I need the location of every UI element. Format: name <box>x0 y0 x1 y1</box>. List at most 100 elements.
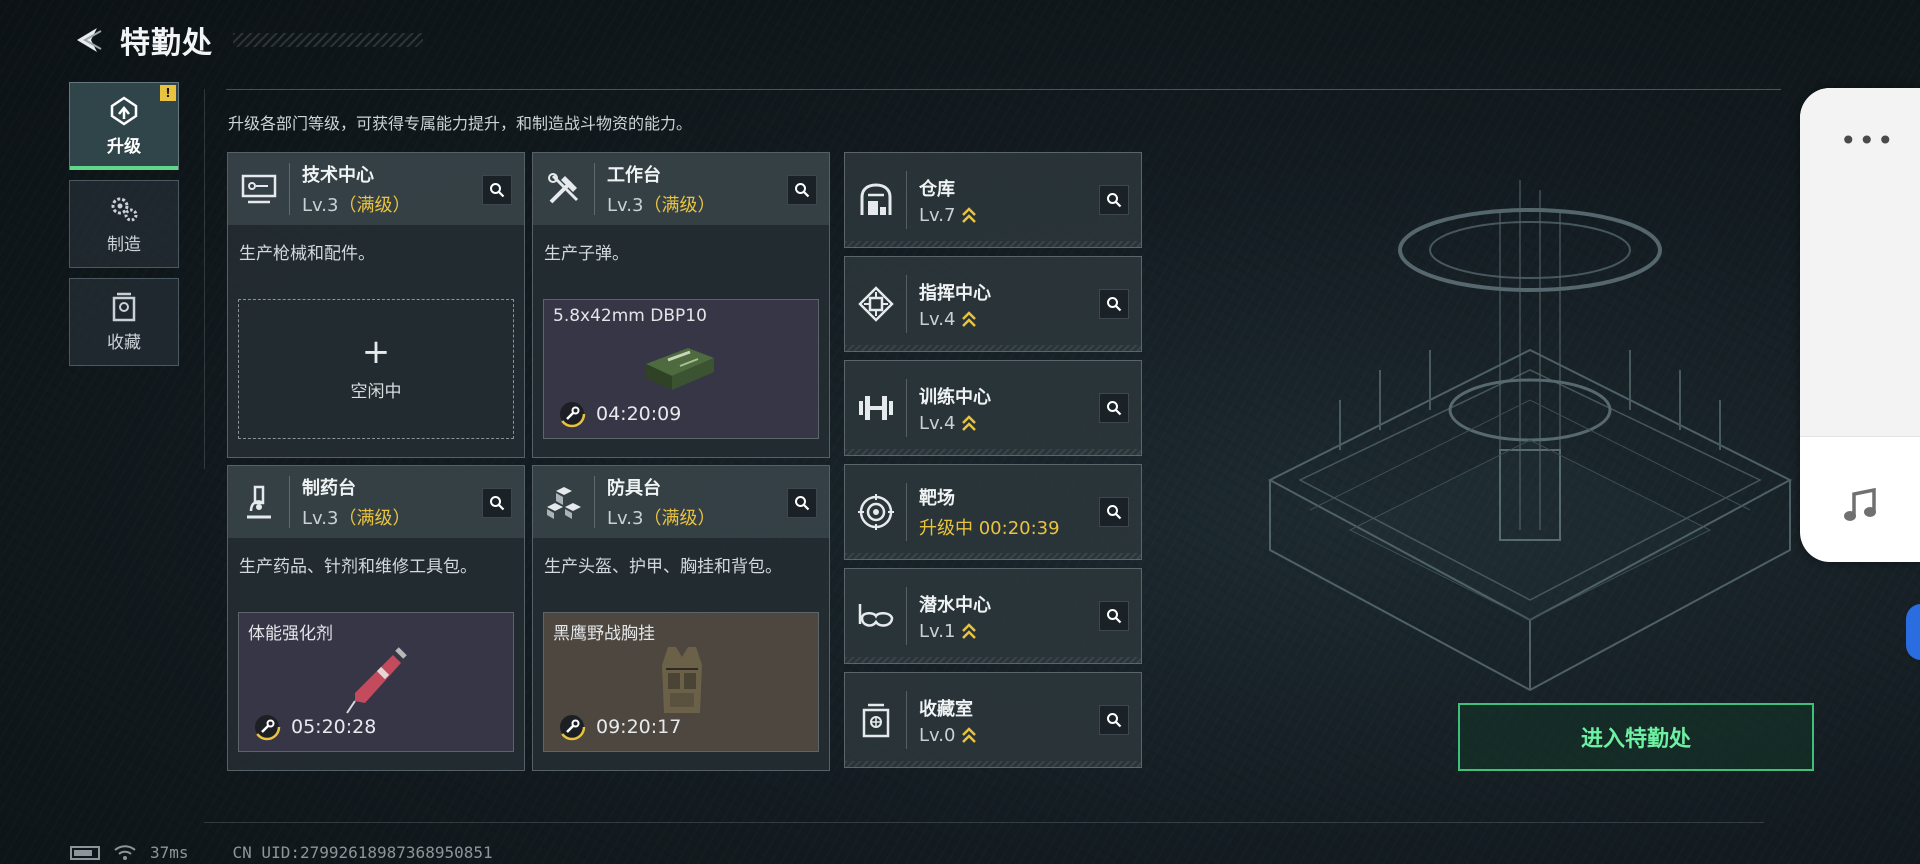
upgrade-available-icon <box>962 207 977 223</box>
upgrade-available-icon <box>962 311 977 327</box>
divider-left <box>204 89 205 469</box>
production-slot[interactable]: 体能强化剂 05:20:28 <box>238 612 514 752</box>
nav-item-craft[interactable]: 制造 <box>69 180 179 268</box>
collection-icon <box>112 292 136 321</box>
facility-name: 仓库 <box>919 178 955 200</box>
goggles-icon <box>845 587 907 645</box>
upgrade-available-icon <box>962 727 977 743</box>
plus-icon: + <box>361 331 391 372</box>
production-timer: 09:20:17 <box>558 713 681 741</box>
production-slot[interactable]: 黑鹰野战胸挂 09:20:17 <box>543 612 819 752</box>
page-description: 升级各部门等级，可获得专属能力提升，和制造战斗物资的能力。 <box>228 114 693 133</box>
search-icon <box>795 183 810 198</box>
inspect-button[interactable] <box>1099 393 1129 423</box>
workshop-card-tech-center[interactable]: 技术中心 Lv.3（满级） 生产枪械和配件。 + 空闲中 <box>227 152 525 458</box>
empty-production-slot[interactable]: + 空闲中 <box>238 299 514 439</box>
facility-name: 指挥中心 <box>919 282 991 304</box>
header: 特勤处 <box>70 18 423 62</box>
search-icon <box>1107 609 1122 624</box>
product-name: 黑鹰野战胸挂 <box>553 624 655 644</box>
target-icon <box>845 483 907 541</box>
workshop-card-armor[interactable]: 防具台 Lv.3（满级） 生产头盔、护甲、胸挂和背包。 黑鹰野战胸挂 09:20… <box>532 465 830 771</box>
nav-item-collection[interactable]: 收藏 <box>69 278 179 366</box>
card-stripe <box>845 241 1141 247</box>
ammo-box-icon <box>646 348 714 390</box>
product-name: 体能强化剂 <box>248 624 333 644</box>
facility-name: 训练中心 <box>919 386 991 408</box>
search-icon <box>795 496 810 511</box>
facility-command-center[interactable]: 指挥中心 Lv.4 <box>844 256 1142 352</box>
search-icon <box>1107 297 1122 312</box>
card-stripe <box>845 761 1141 767</box>
timer-value: 09:20:17 <box>596 716 682 738</box>
workshop-card-workbench[interactable]: 工作台 Lv.3（满级） 生产子弹。 5.8x42mm DBP10 04:20:… <box>532 152 830 458</box>
workshop-card-pharmacy[interactable]: 制药台 Lv.3（满级） 生产药品、针剂和维修工具包。 体能强化剂 05:20:… <box>227 465 525 771</box>
side-nav: ! 升级 制造 收藏 <box>69 82 179 376</box>
idle-label: 空闲中 <box>350 381 402 402</box>
card-header: 技术中心 Lv.3（满级） <box>228 153 524 225</box>
vault-icon <box>845 691 907 749</box>
inspect-button[interactable] <box>482 175 512 205</box>
facility-training-center[interactable]: 训练中心 Lv.4 <box>844 360 1142 456</box>
base-hologram-scene <box>1267 180 1793 692</box>
ping-value: 37ms <box>150 843 189 862</box>
inspect-button[interactable] <box>482 488 512 518</box>
facility-level: Lv.7 <box>919 205 977 226</box>
back-button[interactable] <box>70 23 104 57</box>
nav-label-craft: 制造 <box>107 234 141 255</box>
music-button[interactable] <box>1840 486 1880 530</box>
wrench-timer-icon <box>558 400 586 428</box>
workshop-level: Lv.3（满级） <box>607 195 716 216</box>
more-options-button[interactable]: ••• <box>1840 124 1896 157</box>
workshop-name: 防具台 <box>607 478 661 499</box>
nav-label-upgrade: 升级 <box>107 136 141 157</box>
search-icon <box>490 183 505 198</box>
divider-bottom <box>204 822 1764 823</box>
floating-assist-button[interactable] <box>1906 604 1920 660</box>
back-arrow-icon <box>77 28 102 52</box>
enter-headquarters-button[interactable]: 进入特勤处 <box>1458 703 1814 771</box>
floating-side-panel: ••• <box>1800 88 1920 562</box>
facility-warehouse[interactable]: 仓库 Lv.7 <box>844 152 1142 248</box>
nav-label-collection: 收藏 <box>107 332 141 353</box>
warehouse-icon <box>845 171 907 229</box>
workshop-name: 工作台 <box>607 165 661 186</box>
facility-diving-center[interactable]: 潜水中心 Lv.1 <box>844 568 1142 664</box>
facility-level: Lv.4 <box>919 309 991 330</box>
blocks-icon <box>533 476 595 528</box>
music-icon <box>1844 487 1876 521</box>
facility-name: 潜水中心 <box>919 594 991 616</box>
upgrade-available-icon <box>962 623 977 639</box>
card-stripe <box>845 657 1141 663</box>
workshop-level: Lv.3（满级） <box>302 195 411 216</box>
inspect-button[interactable] <box>1099 705 1129 735</box>
inspect-button[interactable] <box>1099 497 1129 527</box>
facility-upgrade-status: 升级中 00:20:39 <box>919 518 1060 539</box>
timer-value: 04:20:09 <box>596 403 682 425</box>
timer-value: 05:20:28 <box>291 716 377 738</box>
facility-name: 收藏室 <box>919 698 973 720</box>
battery-icon <box>70 845 100 860</box>
user-uid: CN UID:27992618987368950851 <box>232 843 493 862</box>
workshop-name: 制药台 <box>302 478 356 499</box>
card-stripe <box>845 553 1141 559</box>
page-title: 特勤处 <box>120 26 213 61</box>
production-timer: 04:20:09 <box>558 400 681 428</box>
inspect-button[interactable] <box>1099 601 1129 631</box>
inspect-button[interactable] <box>1099 185 1129 215</box>
search-icon <box>1107 505 1122 520</box>
facility-collection-room[interactable]: 收藏室 Lv.0 <box>844 672 1142 768</box>
workshop-level: Lv.3（满级） <box>607 508 716 529</box>
alert-badge: ! <box>160 85 176 101</box>
nav-item-upgrade[interactable]: ! 升级 <box>69 82 179 170</box>
search-icon <box>1107 193 1122 208</box>
inspect-button[interactable] <box>1099 289 1129 319</box>
workshop-description: 生产子弹。 <box>544 244 629 264</box>
inspect-button[interactable] <box>787 175 817 205</box>
facility-shooting-range[interactable]: 靶场 升级中 00:20:39 <box>844 464 1142 560</box>
chip-icon <box>845 275 907 333</box>
production-slot[interactable]: 5.8x42mm DBP10 04:20:09 <box>543 299 819 439</box>
card-header: 工作台 Lv.3（满级） <box>533 153 829 225</box>
inspect-button[interactable] <box>787 488 817 518</box>
gears-icon <box>111 197 138 221</box>
